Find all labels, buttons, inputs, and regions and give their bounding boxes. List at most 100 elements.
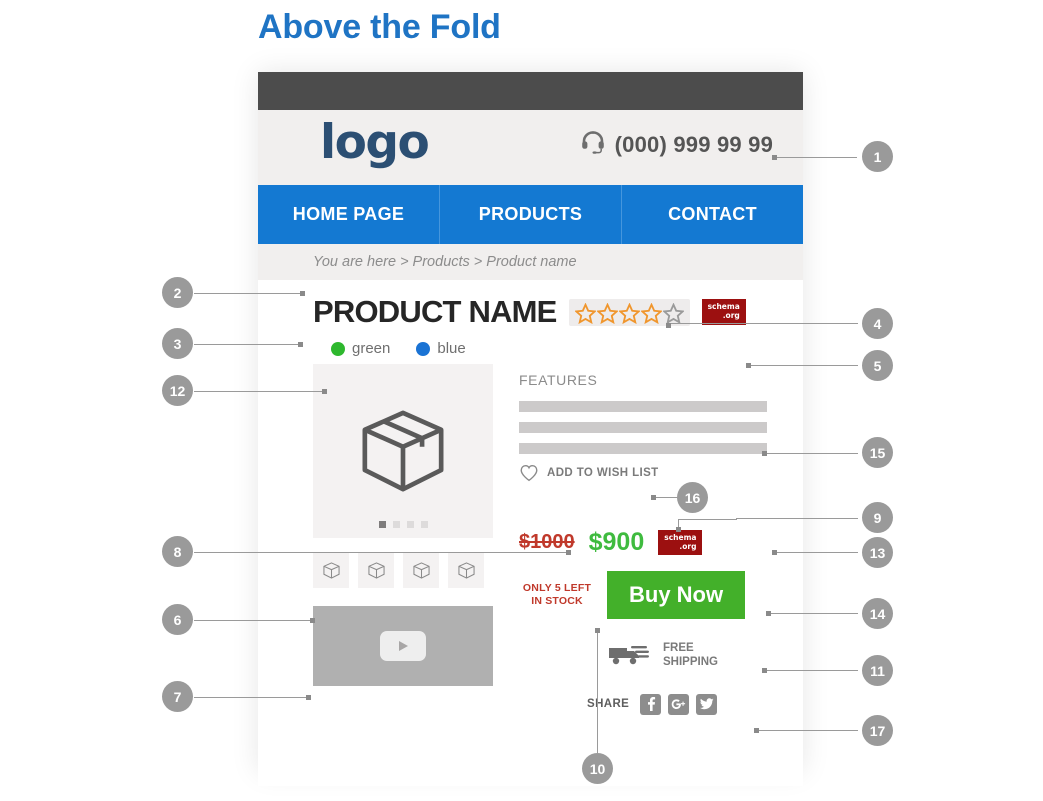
star-empty-icon <box>662 302 684 324</box>
heart-icon <box>520 464 538 482</box>
buy-now-button[interactable]: Buy Now <box>607 571 746 619</box>
callout-badge-8[interactable]: 8 <box>162 536 193 567</box>
callout-badge-1[interactable]: 1 <box>862 141 893 172</box>
pagination-dot-1[interactable] <box>378 521 386 528</box>
thumbnail-2[interactable] <box>358 552 394 588</box>
callout-leader-10 <box>597 633 598 753</box>
star-filled-icon <box>596 302 618 324</box>
purchase-row: ONLY 5 LEFT IN STOCK Buy Now <box>519 571 773 619</box>
google-plus-icon[interactable] <box>668 693 690 715</box>
wishlist-label: ADD TO WISH LIST <box>547 467 659 479</box>
gallery-pagination[interactable] <box>313 521 493 528</box>
callout-badge-6[interactable]: 6 <box>162 604 193 635</box>
phone-contact[interactable]: (000) 999 99 99 <box>580 130 773 159</box>
callout-tick-11 <box>762 668 767 673</box>
callout-tick-17 <box>754 728 759 733</box>
callout-leader-9 <box>736 518 858 519</box>
breadcrumb[interactable]: You are here > Products > Product name <box>258 244 803 280</box>
callout-tick-1 <box>772 155 777 160</box>
schema-org-badge-rating: schema .org <box>701 299 746 325</box>
callout-leader-6 <box>194 620 310 621</box>
twitter-icon[interactable] <box>696 693 718 715</box>
gallery-column <box>313 364 503 715</box>
stock-notice: ONLY 5 LEFT IN STOCK <box>519 582 595 608</box>
facebook-icon[interactable] <box>640 693 662 715</box>
schema-badge-line2: .org <box>722 311 740 320</box>
free-shipping-info: FREE SHIPPING <box>607 641 773 670</box>
callout-badge-5[interactable]: 5 <box>862 350 893 381</box>
product-title-row: PRODUCT NAME schema .org <box>313 294 773 330</box>
feature-line-3 <box>519 443 767 454</box>
page-title: Above the Fold <box>258 8 501 46</box>
callout-tick-6 <box>310 618 315 623</box>
callout-tick-10 <box>595 628 600 633</box>
callout-leader-11 <box>766 670 858 671</box>
browser-topbar <box>258 72 803 110</box>
callout-badge-7[interactable]: 7 <box>162 681 193 712</box>
callout-tick-5 <box>746 363 751 368</box>
main-navigation: HOME PAGE PRODUCTS CONTACT <box>258 185 803 244</box>
color-option-blue[interactable]: blue <box>416 340 466 357</box>
callout-tick-3 <box>298 342 303 347</box>
callout-badge-16[interactable]: 16 <box>677 482 708 513</box>
star-filled-icon <box>618 302 640 324</box>
callout-badge-4[interactable]: 4 <box>862 308 893 339</box>
callout-leader-15 <box>766 453 858 454</box>
callout-badge-17[interactable]: 17 <box>862 715 893 746</box>
color-label-green: green <box>352 340 391 357</box>
current-price: $900 <box>588 528 645 556</box>
product-main-image[interactable] <box>313 364 493 538</box>
share-row: SHARE <box>587 693 773 715</box>
product-video[interactable] <box>313 606 493 686</box>
callout-leader-7 <box>194 697 306 698</box>
star-filled-icon <box>640 302 662 324</box>
headset-icon <box>580 130 606 159</box>
callout-leader-12 <box>194 391 322 392</box>
thumbnail-1[interactable] <box>313 552 349 588</box>
schema-badge-price-line1: schema <box>664 532 697 542</box>
thumbnail-4[interactable] <box>448 552 484 588</box>
add-to-wishlist-button[interactable]: ADD TO WISH LIST <box>519 464 773 482</box>
shipping-line-1: FREE <box>663 642 694 654</box>
pagination-dot-2[interactable] <box>392 521 400 528</box>
share-label: SHARE <box>587 698 630 711</box>
pagination-dot-3[interactable] <box>406 521 414 528</box>
schema-badge-price-line2: .org <box>679 541 697 551</box>
color-label-blue: blue <box>437 340 466 357</box>
callout-tick-12 <box>322 389 327 394</box>
pagination-dot-4[interactable] <box>420 521 428 528</box>
callout-leader-13 <box>776 552 858 553</box>
callout-tick-4 <box>666 323 671 328</box>
callout-badge-2[interactable]: 2 <box>162 277 193 308</box>
callout-badge-12[interactable]: 12 <box>162 375 193 406</box>
callout-leader-14 <box>770 613 858 614</box>
color-swatch-green <box>331 341 345 356</box>
callout-badge-14[interactable]: 14 <box>862 598 893 629</box>
product-name: PRODUCT NAME <box>313 294 557 329</box>
callout-tick-2 <box>300 291 305 296</box>
nav-item-contact[interactable]: CONTACT <box>622 185 803 244</box>
callout-badge-9[interactable]: 9 <box>862 502 893 533</box>
play-icon[interactable] <box>380 631 426 661</box>
callout-badge-3[interactable]: 3 <box>162 328 193 359</box>
nav-item-products[interactable]: PRODUCTS <box>440 185 622 244</box>
nav-item-home-page[interactable]: HOME PAGE <box>258 185 440 244</box>
color-option-green[interactable]: green <box>331 340 390 357</box>
thumbnail-3[interactable] <box>403 552 439 588</box>
site-logo[interactable]: logo <box>320 115 430 170</box>
callout-tick-8 <box>566 550 571 555</box>
feature-line-2 <box>519 422 767 433</box>
stock-line-1: ONLY 5 LEFT <box>522 581 592 594</box>
callout-leader-5 <box>750 365 858 366</box>
phone-number: (000) 999 99 99 <box>614 131 773 157</box>
star-filled-icon <box>574 302 596 324</box>
callout-tick-16 <box>651 495 656 500</box>
callout-badge-15[interactable]: 15 <box>862 437 893 468</box>
callout-badge-11[interactable]: 11 <box>862 655 893 686</box>
rating-stars[interactable] <box>568 298 690 326</box>
callout-badge-10[interactable]: 10 <box>582 753 613 784</box>
callout-tick-15 <box>762 451 767 456</box>
schema-org-badge-price: schema .org <box>658 529 703 556</box>
callout-badge-13[interactable]: 13 <box>862 537 893 568</box>
callout-leader-9v2 <box>736 518 737 520</box>
